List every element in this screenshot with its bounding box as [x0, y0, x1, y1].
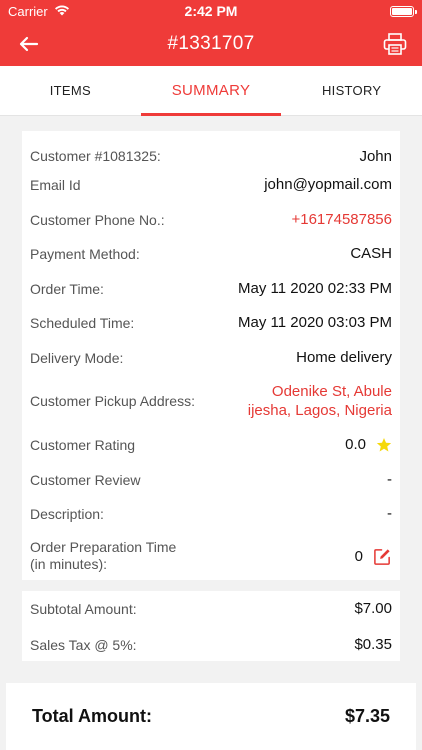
page-title: #1331707: [167, 33, 255, 54]
prep-time-label-line1: Order Preparation Time: [30, 539, 177, 555]
edit-icon: [374, 548, 390, 565]
total-label: Total Amount:: [32, 706, 152, 726]
tab-summary[interactable]: SUMMARY: [140, 66, 282, 116]
customer-rating-row: Customer Rating 0.0: [22, 427, 400, 462]
battery-icon: [390, 5, 417, 17]
order-details-card: Customer #1081325: John Email Id john@yo…: [22, 131, 400, 580]
description-value: -: [387, 505, 392, 522]
prep-time-row: Order Preparation Time (in minutes): 0: [22, 534, 400, 578]
scheduled-time-label: Scheduled Time:: [30, 314, 135, 331]
printer-icon: [383, 33, 407, 55]
rating-value: 0.0: [345, 436, 366, 453]
total-value: $7.35: [344, 706, 390, 726]
description-row: Description: -: [22, 496, 400, 531]
customer-label: Customer #1081325:: [30, 148, 161, 164]
tax-value: $0.35: [354, 636, 392, 653]
pickup-address-row: Customer Pickup Address: Odenike St, Abu…: [22, 377, 400, 425]
delivery-mode-row: Delivery Mode: Home delivery: [22, 340, 400, 375]
tax-label: Sales Tax @ 5%:: [30, 636, 137, 653]
status-bar: Carrier 2:42 PM: [0, 0, 422, 22]
subtotal-label: Subtotal Amount:: [30, 600, 137, 617]
tab-history[interactable]: HISTORY: [281, 66, 422, 115]
subtotal-row: Subtotal Amount: $7.00: [22, 591, 400, 626]
customer-review-value: -: [387, 471, 392, 488]
delivery-mode-label: Delivery Mode:: [30, 349, 124, 366]
payment-row: Payment Method: CASH: [22, 236, 400, 271]
customer-value: John: [359, 147, 392, 165]
tax-row: Sales Tax @ 5%: $0.35: [22, 627, 400, 662]
back-button[interactable]: [14, 30, 44, 58]
order-time-label: Order Time:: [30, 280, 104, 297]
tab-bar: ITEMS SUMMARY HISTORY: [0, 66, 422, 116]
prep-time-label: Order Preparation Time (in minutes):: [30, 539, 176, 573]
edit-prep-time-button[interactable]: [373, 547, 392, 566]
prep-time-value: 0: [354, 547, 363, 565]
phone-row: Customer Phone No.: +16174587856: [22, 202, 400, 237]
phone-link[interactable]: +16174587856: [291, 211, 392, 228]
order-time-value: May 11 2020 02:33 PM: [238, 280, 392, 297]
payment-label: Payment Method:: [30, 245, 140, 262]
pickup-address-label: Customer Pickup Address:: [30, 393, 195, 409]
email-label: Email Id: [30, 176, 81, 193]
order-time-row: Order Time: May 11 2020 02:33 PM: [22, 271, 400, 306]
phone-label: Customer Phone No.:: [30, 211, 165, 228]
customer-review-row: Customer Review -: [22, 462, 400, 497]
customer-review-label: Customer Review: [30, 471, 141, 488]
email-value: john@yopmail.com: [264, 176, 392, 193]
pickup-address-line1: Odenike St, Abule: [271, 383, 392, 400]
header-bar: #1331707: [0, 22, 422, 66]
arrow-left-icon: [19, 36, 39, 52]
email-row: Email Id john@yopmail.com: [22, 167, 400, 202]
customer-rating: 0.0: [345, 436, 392, 453]
payment-value: CASH: [350, 245, 392, 262]
prep-time-label-line2: (in minutes):: [30, 556, 108, 572]
subtotal-value: $7.00: [354, 600, 392, 617]
total-bar: Total Amount: $7.35: [6, 683, 416, 750]
star-icon: [376, 437, 392, 452]
customer-rating-label: Customer Rating: [30, 436, 136, 453]
prep-time: 0: [355, 547, 392, 566]
scheduled-time-row: Scheduled Time: May 11 2020 03:03 PM: [22, 305, 400, 340]
carrier-label: Carrier: [8, 3, 48, 19]
scheduled-time-value: May 11 2020 03:03 PM: [238, 314, 392, 331]
tab-items[interactable]: ITEMS: [0, 66, 141, 115]
description-label: Description:: [30, 505, 104, 522]
delivery-mode-value: Home delivery: [296, 349, 392, 366]
print-button[interactable]: [380, 30, 410, 58]
amounts-card: Subtotal Amount: $7.00 Sales Tax @ 5%: $…: [22, 591, 400, 661]
pickup-address-link[interactable]: Odenike St, Abule ijesha, Lagos, Nigeria: [248, 382, 392, 420]
pickup-address-line2: ijesha, Lagos, Nigeria: [247, 402, 392, 419]
wifi-icon: [54, 4, 70, 19]
